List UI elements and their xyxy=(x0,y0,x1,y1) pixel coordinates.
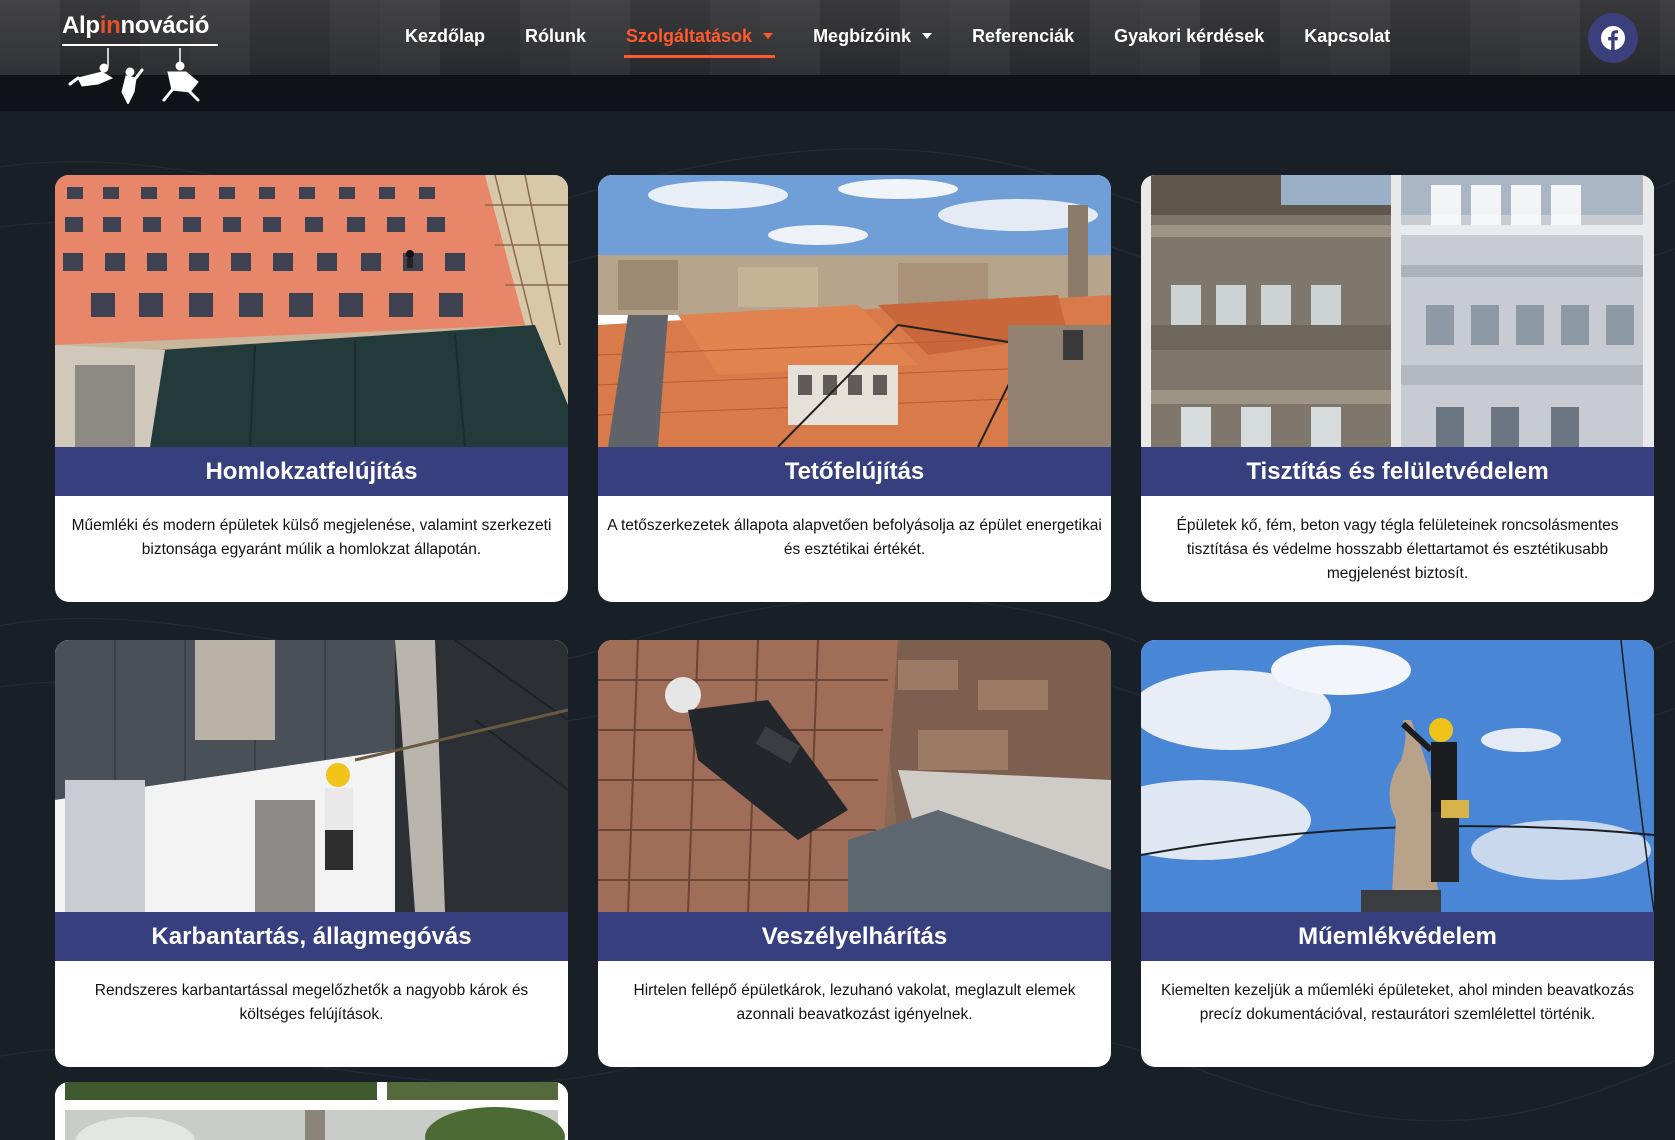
service-title: Homlokzatfelújítás xyxy=(55,447,568,496)
logo-wordmark: Alpinnováció xyxy=(62,12,210,39)
service-image-maintenance xyxy=(55,640,568,912)
nav-item-rolunk[interactable]: Rólunk xyxy=(505,0,606,72)
service-card-partial[interactable] xyxy=(55,1082,568,1140)
service-card-tetofelujitas[interactable]: Tetőfelújítás A tetőszerkezetek állapota… xyxy=(598,175,1111,602)
nav-item-gyakori-kerdesek[interactable]: Gyakori kérdések xyxy=(1094,0,1284,72)
facebook-icon xyxy=(1601,26,1625,50)
service-card-veszelyelharitas[interactable]: Veszélyelhárítás Hirtelen fellépő épület… xyxy=(598,640,1111,1067)
service-description: Rendszeres karbantartással megelőzhetők … xyxy=(94,982,529,1023)
nav-item-megbizoink[interactable]: Megbízóink xyxy=(793,0,952,72)
service-description: Kiemelten kezeljük a műemléki épületeket… xyxy=(1160,982,1634,1023)
chevron-down-icon xyxy=(922,33,933,39)
service-image-partial xyxy=(55,1082,568,1140)
site-logo[interactable]: Alpinnováció xyxy=(62,12,222,104)
main-navigation: Kezdőlap Rólunk Szolgáltatások Megbízóin… xyxy=(385,0,1410,72)
service-card-muemlekvedelem[interactable]: Műemlékvédelem Kiemelten kezeljük a műem… xyxy=(1141,640,1654,1067)
service-image-cleaning xyxy=(1141,175,1654,447)
logo-rule xyxy=(62,44,218,46)
service-image-monument xyxy=(1141,640,1654,912)
nav-item-referenciak[interactable]: Referenciák xyxy=(952,0,1094,72)
climber-figures-icon xyxy=(68,48,200,104)
service-title: Műemlékvédelem xyxy=(1141,912,1654,961)
service-card-tisztitas[interactable]: Tisztítás és felületvédelem Épületek kő,… xyxy=(1141,175,1654,602)
service-card-karbantartas[interactable]: Karbantartás, állagmegóvás Rendszeres ka… xyxy=(55,640,568,1067)
service-image-hazard xyxy=(598,640,1111,912)
nav-item-kezdolap[interactable]: Kezdőlap xyxy=(385,0,505,72)
service-description: Épületek kő, fém, beton vagy tégla felül… xyxy=(1176,517,1619,582)
service-description: A tetőszerkezetek állapota alapvetően be… xyxy=(607,517,1102,558)
service-image-roof xyxy=(598,175,1111,447)
service-card-homlokzatfelujitas[interactable]: Homlokzatfelújítás Műemléki és modern ép… xyxy=(55,175,568,602)
header-bottom-strip xyxy=(0,75,1675,111)
service-title: Tisztítás és felületvédelem xyxy=(1141,447,1654,496)
chevron-down-icon xyxy=(763,33,774,39)
service-image-facade xyxy=(55,175,568,447)
service-title: Veszélyelhárítás xyxy=(598,912,1111,961)
nav-item-kapcsolat[interactable]: Kapcsolat xyxy=(1284,0,1410,72)
facebook-button[interactable] xyxy=(1588,13,1638,63)
site-header: Alpinnováció Kezdőlap Rólunk Szolgáltatá… xyxy=(0,0,1675,111)
service-title: Tetőfelújítás xyxy=(598,447,1111,496)
nav-item-szolgaltatasok[interactable]: Szolgáltatások xyxy=(606,0,793,72)
service-title: Karbantartás, állagmegóvás xyxy=(55,912,568,961)
service-description: Műemléki és modern épületek külső megjel… xyxy=(71,517,552,558)
service-description: Hirtelen fellépő épületkárok, lezuhanó v… xyxy=(633,982,1076,1023)
